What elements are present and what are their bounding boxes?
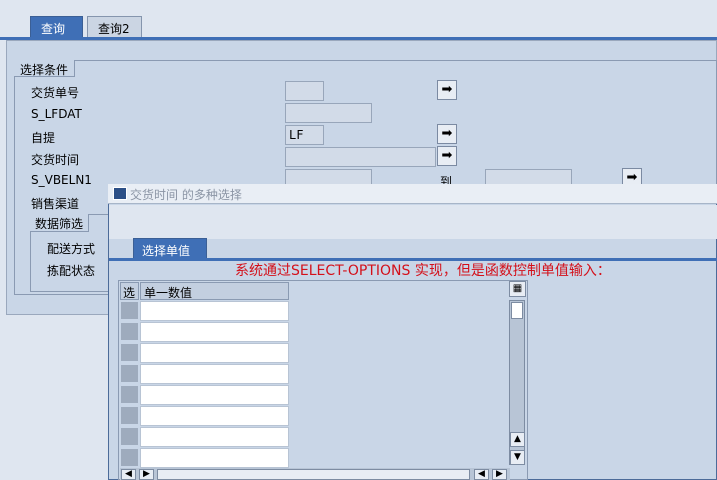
arrow-right-icon: ➡	[441, 82, 453, 97]
delivery-time-multiselect-button[interactable]: ➡	[437, 146, 457, 166]
field-label-delivery-time: 交货时间	[31, 153, 80, 167]
arrow-right-icon: ➡	[441, 148, 453, 163]
column-header-single-value[interactable]: 单一数值	[140, 282, 289, 300]
delivery-time-input[interactable]	[285, 147, 436, 167]
scroll-right-icon[interactable]: ▶	[139, 469, 154, 480]
tab-query2-label: 查询2	[98, 22, 130, 36]
row-selector[interactable]	[120, 406, 139, 425]
field-label-s-vbeln1: S_VBELN1	[31, 173, 92, 187]
table-row-value-input[interactable]	[140, 427, 289, 447]
scroll-up-icon[interactable]: ▲	[510, 432, 525, 447]
table-row-value-input[interactable]	[140, 301, 289, 321]
field-label-self-pickup: 自提	[31, 131, 56, 145]
delivery-no-multiselect-button[interactable]: ➡	[437, 80, 457, 100]
self-pickup-multiselect-button[interactable]: ➡	[437, 124, 457, 144]
row-selector[interactable]	[120, 343, 139, 362]
dialog-title: 交货时间 的多种选择	[108, 184, 717, 204]
table-row-value-input[interactable]	[140, 448, 289, 468]
row-selector[interactable]	[120, 301, 139, 320]
scroll-left-icon[interactable]: ◀	[474, 469, 489, 480]
arrow-right-icon: ➡	[626, 170, 638, 185]
row-selector[interactable]	[120, 322, 139, 341]
row-selector[interactable]	[120, 364, 139, 383]
tab-query2[interactable]: 查询2	[87, 16, 142, 38]
tab-query1[interactable]: 查询1	[30, 16, 83, 51]
field-label-s-lfdat: S_LFDAT	[31, 107, 82, 121]
s-lfdat-input[interactable]	[285, 103, 372, 123]
table-settings-icon[interactable]: ▦	[509, 281, 526, 297]
vertical-scroll-thumb[interactable]	[511, 302, 523, 319]
filter-item-shipping-method: 配送方式	[47, 242, 96, 256]
dialog-window-icon	[113, 187, 127, 200]
table-row-value-input[interactable]	[140, 343, 289, 363]
table-row-value-input[interactable]	[140, 364, 289, 384]
field-label-delivery-no: 交货单号	[31, 86, 80, 100]
row-selector[interactable]	[120, 427, 139, 446]
scroll-right-icon[interactable]: ▶	[492, 469, 507, 480]
dialog-toolbar-area	[109, 205, 717, 239]
delivery-no-input[interactable]	[285, 81, 324, 101]
table-row-value-input[interactable]	[140, 385, 289, 405]
annotation-note: 系统通过SELECT-OPTIONS 实现，但是函数控制单值输入：	[235, 263, 611, 279]
filter-item-picking-status: 拣配状态	[47, 264, 96, 278]
horizontal-scroll-thumb[interactable]	[157, 469, 470, 480]
field-label-sales-channel: 销售渠道	[31, 197, 80, 211]
self-pickup-input[interactable]: LF	[285, 125, 324, 145]
data-filter-title: 数据筛选	[30, 214, 90, 232]
scroll-left-icon[interactable]: ◀	[121, 469, 136, 480]
tab-single-values[interactable]: 选择单值	[133, 238, 207, 260]
column-header-select: 选	[120, 282, 139, 300]
table-row-value-input[interactable]	[140, 322, 289, 342]
row-selector[interactable]	[120, 448, 139, 467]
scroll-down-icon[interactable]: ▼	[510, 450, 525, 465]
tab-single-values-label: 选择单值	[142, 244, 191, 258]
row-selector[interactable]	[120, 385, 139, 404]
selection-group-title: 选择条件	[14, 60, 76, 77]
arrow-right-icon: ➡	[441, 126, 453, 141]
table-row-value-input[interactable]	[140, 406, 289, 426]
